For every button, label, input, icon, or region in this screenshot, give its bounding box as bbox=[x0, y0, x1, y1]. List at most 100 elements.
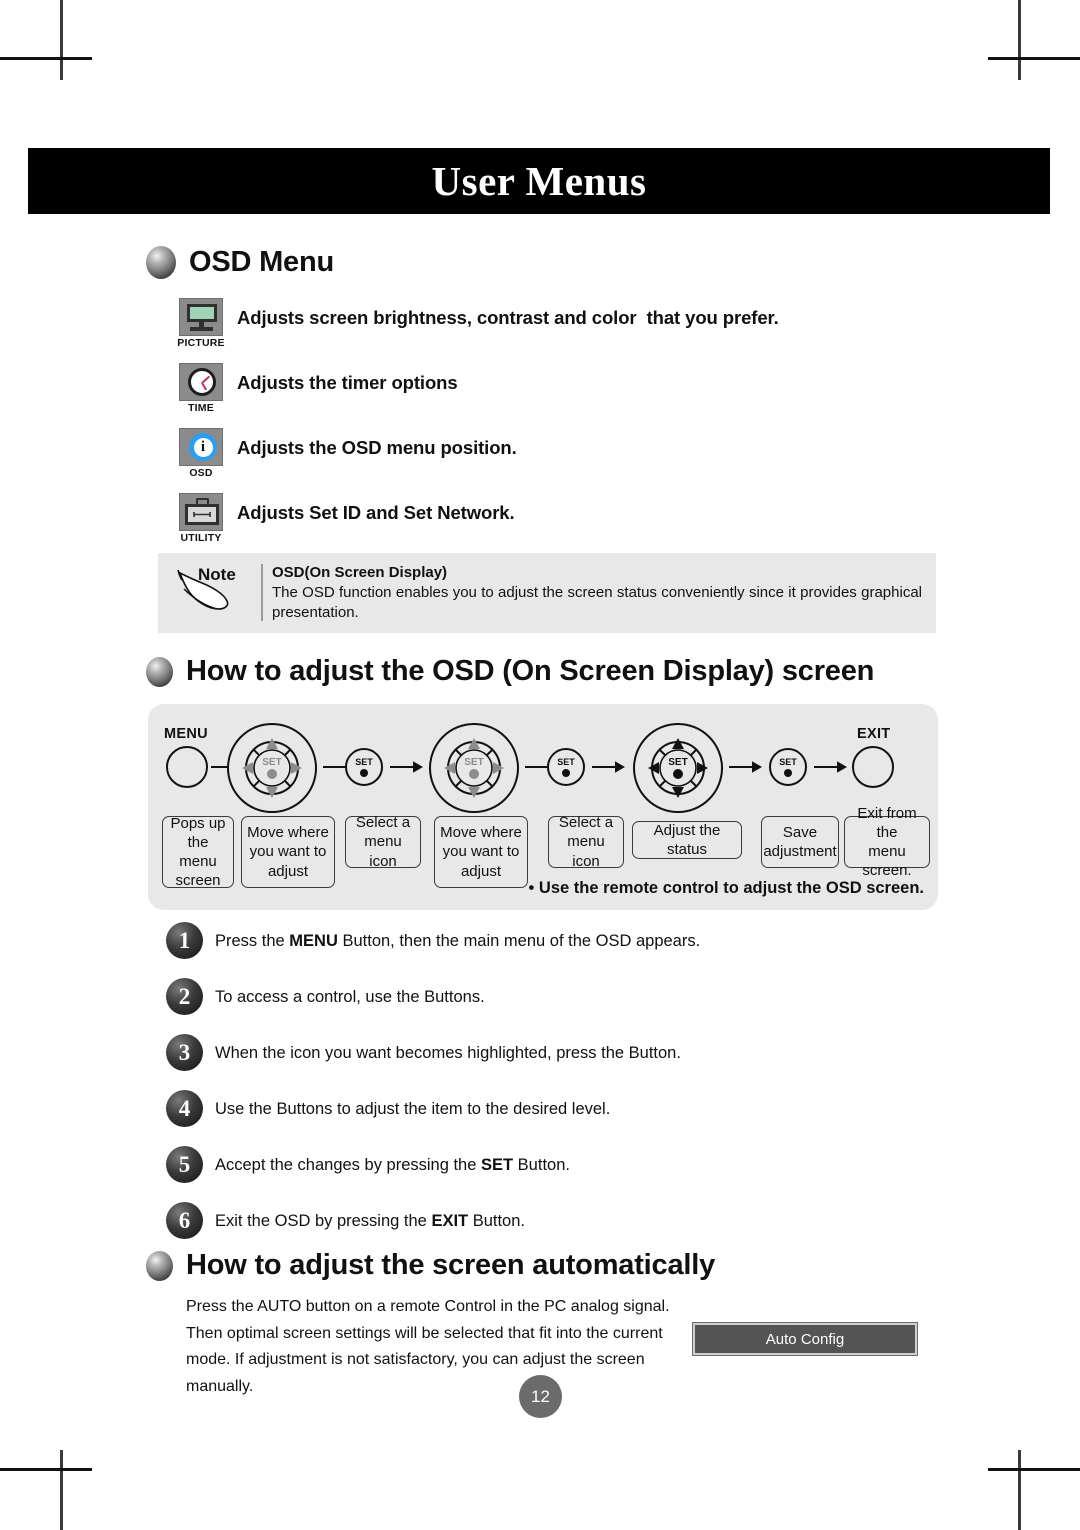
step-text-bold: EXIT bbox=[431, 1212, 469, 1230]
step-text-bold: MENU bbox=[289, 932, 338, 950]
crop-mark-right-bottom bbox=[988, 1468, 1080, 1471]
set-button-2[interactable]: SET bbox=[546, 747, 586, 787]
step-text-post: Button. bbox=[513, 1156, 570, 1174]
step-text: Use the Buttons to adjust the item to th… bbox=[215, 1090, 610, 1119]
page-number-badge: 12 bbox=[519, 1375, 562, 1418]
info-letter-shape: i bbox=[193, 437, 213, 457]
step-number-badge: 5 bbox=[166, 1146, 203, 1183]
step-number-badge: 2 bbox=[166, 978, 203, 1015]
osd-menu-item-osd-text: Adjusts the OSD menu position. bbox=[237, 437, 517, 458]
osd-menu-item-osd: i OSD Adjusts the OSD menu position. bbox=[176, 428, 936, 493]
arrow-icon-6 bbox=[729, 761, 763, 773]
step-text-pre: To access a control, use the Buttons. bbox=[215, 988, 485, 1006]
step-text: Accept the changes by pressing the SET B… bbox=[215, 1146, 570, 1175]
picture-icon bbox=[179, 298, 223, 336]
step-number-badge: 1 bbox=[166, 922, 203, 959]
crop-mark-right-top bbox=[988, 57, 1080, 60]
utility-icon-caption: UTILITY bbox=[180, 532, 222, 544]
osd-menu-list: PICTURE Adjusts screen brightness, contr… bbox=[176, 298, 936, 558]
note-divider bbox=[261, 564, 263, 621]
arrow-icon-3 bbox=[390, 761, 424, 773]
step-text-post: Button, then the main menu of the OSD ap… bbox=[337, 932, 701, 950]
auto-adjust-body-text: Press the AUTO button on a remote Contro… bbox=[186, 1298, 670, 1395]
utility-icon-group: UTILITY bbox=[176, 493, 226, 544]
flow-caption-box: Pops up the menu screen bbox=[162, 815, 234, 889]
flow-caption-box: Move where you want to adjust bbox=[434, 816, 528, 888]
note-title: OSD(On Screen Display) bbox=[272, 564, 448, 581]
step-text-pre: When the icon you want becomes highlight… bbox=[215, 1044, 681, 1062]
osd-menu-item-utility-text: Adjusts Set ID and Set Network. bbox=[237, 502, 515, 523]
step-text: Exit the OSD by pressing the EXIT Button… bbox=[215, 1202, 525, 1231]
time-icon-caption: TIME bbox=[188, 402, 214, 414]
toolbox-latch-shape bbox=[193, 512, 211, 517]
step-item-5: 5 Accept the changes by pressing the SET… bbox=[166, 1146, 926, 1202]
step-text: To access a control, use the Buttons. bbox=[215, 978, 485, 1007]
step-number-badge: 4 bbox=[166, 1090, 203, 1127]
step-text-pre: Press the bbox=[215, 932, 290, 950]
section-heading-osd-menu: OSD Menu bbox=[146, 246, 334, 279]
step-text-pre: Accept the changes by pressing the bbox=[215, 1156, 481, 1174]
section-heading-osd-menu-label: OSD Menu bbox=[189, 246, 335, 278]
set-button-1[interactable]: SET bbox=[344, 747, 384, 787]
osd-info-icon: i bbox=[179, 428, 223, 466]
svg-text:SET: SET bbox=[779, 757, 797, 767]
info-ring-shape: i bbox=[189, 433, 217, 461]
crop-mark-bottom-left bbox=[60, 1450, 63, 1530]
crop-mark-top-left bbox=[60, 0, 63, 80]
exit-button[interactable] bbox=[852, 746, 894, 788]
dpad-button-2[interactable]: SET bbox=[428, 722, 520, 814]
step-item-3: 3 When the icon you want becomes highlig… bbox=[166, 1034, 926, 1090]
step-text-post: Button. bbox=[468, 1212, 525, 1230]
picture-icon-caption: PICTURE bbox=[177, 337, 225, 349]
manual-page: User Menus OSD Menu PICTURE Adjusts scre… bbox=[0, 0, 1080, 1530]
arrow-icon-5 bbox=[592, 761, 626, 773]
flow-caption-box: Select a menu icon bbox=[548, 814, 624, 870]
set-button-3[interactable]: SET bbox=[768, 747, 808, 787]
section-heading-auto-adjust-label: How to adjust the screen automatically bbox=[186, 1249, 716, 1281]
flow-caption-box: Move where you want to adjust bbox=[241, 816, 335, 888]
utility-toolbox-icon bbox=[179, 493, 223, 531]
page-title: User Menus bbox=[431, 158, 647, 204]
flow-caption-box: Save adjustment bbox=[761, 816, 839, 868]
note-text: The OSD function enables you to adjust t… bbox=[272, 584, 922, 622]
menu-button[interactable] bbox=[166, 746, 208, 788]
time-icon-group: TIME bbox=[176, 363, 226, 414]
arrow-icon-7 bbox=[814, 761, 848, 773]
clock-hand-hour bbox=[201, 381, 208, 390]
osd-steps-list: 1 Press the MENU Button, then the main m… bbox=[166, 922, 926, 1258]
svg-text:SET: SET bbox=[464, 757, 483, 768]
step-text: When the icon you want becomes highlight… bbox=[215, 1034, 681, 1063]
monitor-base-shape bbox=[190, 327, 213, 331]
osd-menu-item-picture-text: Adjusts screen brightness, contrast and … bbox=[237, 307, 779, 328]
step-text: Press the MENU Button, then the main men… bbox=[215, 922, 700, 951]
dpad-button-3[interactable]: SET bbox=[632, 722, 724, 814]
osd-icon-group: i OSD bbox=[176, 428, 226, 479]
step-item-2: 2 To access a control, use the Buttons. bbox=[166, 978, 926, 1034]
step-text-pre: Use the Buttons to adjust the item to th… bbox=[215, 1100, 611, 1118]
picture-icon-group: PICTURE bbox=[176, 298, 226, 349]
osd-menu-item-time-text: Adjusts the timer options bbox=[237, 372, 458, 393]
osd-icon-caption: OSD bbox=[189, 467, 213, 479]
step-item-4: 4 Use the Buttons to adjust the item to … bbox=[166, 1090, 926, 1146]
page-title-banner: User Menus bbox=[28, 148, 1050, 214]
svg-text:SET: SET bbox=[668, 757, 687, 768]
osd-menu-item-picture: PICTURE Adjusts screen brightness, contr… bbox=[176, 298, 936, 363]
flow-caption-box: Exit from the menu screen. bbox=[844, 805, 930, 879]
exit-button-caption: EXIT bbox=[857, 726, 891, 742]
svg-text:SET: SET bbox=[355, 757, 373, 767]
auto-config-button[interactable]: Auto Config bbox=[692, 1322, 918, 1356]
step-number-badge: 6 bbox=[166, 1202, 203, 1239]
flow-footnote: • Use the remote control to adjust the O… bbox=[528, 879, 924, 897]
step-item-1: 1 Press the MENU Button, then the main m… bbox=[166, 922, 926, 978]
svg-text:SET: SET bbox=[557, 757, 575, 767]
monitor-screen-shape bbox=[187, 304, 217, 322]
osd-menu-item-utility: UTILITY Adjusts Set ID and Set Network. bbox=[176, 493, 936, 558]
sphere-bullet-icon bbox=[146, 246, 176, 279]
step-number-badge: 3 bbox=[166, 1034, 203, 1071]
dpad-button-1[interactable]: SET bbox=[226, 722, 318, 814]
step-text-bold: SET bbox=[481, 1156, 514, 1174]
crop-mark-left-top bbox=[0, 57, 92, 60]
note-body: OSD(On Screen Display) The OSD function … bbox=[272, 564, 922, 624]
clock-face-shape bbox=[188, 368, 216, 396]
note-label: Note bbox=[198, 565, 236, 584]
